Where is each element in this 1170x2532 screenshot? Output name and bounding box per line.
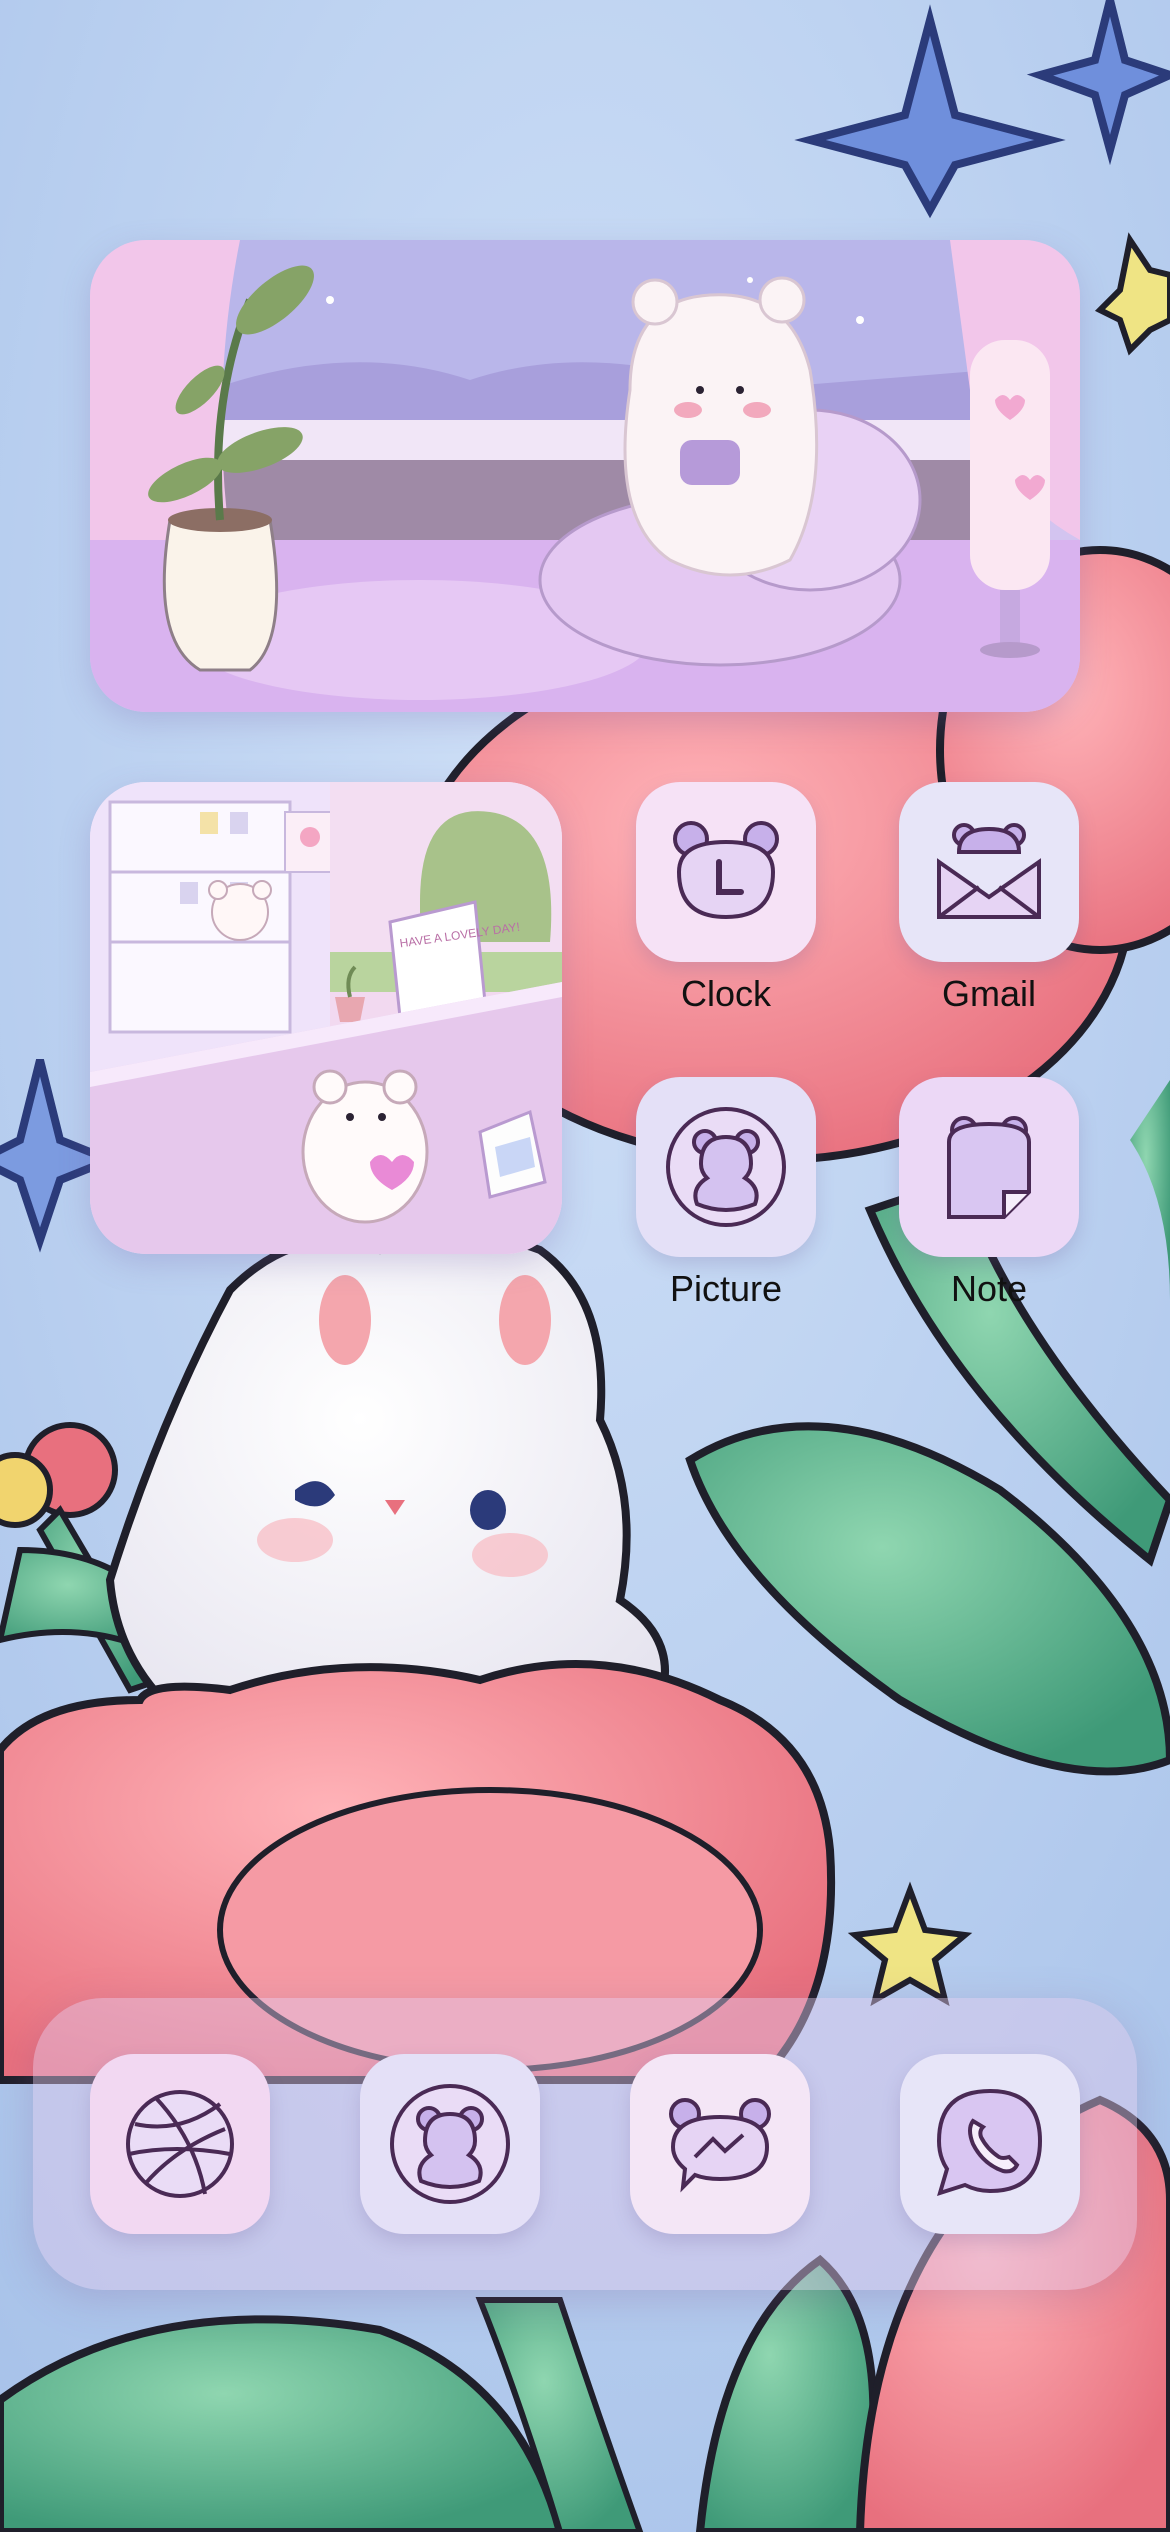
dock-app-bear[interactable] (360, 2054, 540, 2234)
bear-circle-icon[interactable] (636, 1077, 816, 1257)
whatsapp-phone-icon[interactable] (900, 2054, 1080, 2234)
dock-app-whatsapp[interactable] (900, 2054, 1080, 2234)
app-note-label: Note (950, 1268, 1028, 1309)
bear-clock-icon[interactable] (636, 782, 816, 962)
photo-widget-small[interactable]: HAVE A LOVELY DAY! (90, 782, 562, 1254)
dribbble-ball-icon[interactable] (90, 2054, 270, 2234)
app-gmail[interactable]: Gmail (899, 782, 1079, 1014)
dock (33, 1998, 1137, 2290)
bear-messenger-icon[interactable] (630, 2054, 810, 2234)
app-picture[interactable]: Picture (636, 1077, 816, 1309)
bear-circle-icon[interactable] (360, 2054, 540, 2234)
app-clock-label: Clock (680, 973, 772, 1014)
app-gmail-label: Gmail (941, 973, 1036, 1014)
bear-envelope-icon[interactable] (899, 782, 1079, 962)
bear-shop-image: HAVE A LOVELY DAY! (90, 782, 562, 1254)
app-picture-label: Picture (669, 1268, 783, 1309)
app-clock[interactable]: Clock (636, 782, 816, 1014)
dock-app-messenger[interactable] (630, 2054, 810, 2234)
photo-widget-large[interactable] (90, 240, 1080, 712)
app-note[interactable]: Note (899, 1077, 1079, 1309)
bear-note-icon[interactable] (899, 1077, 1079, 1257)
dock-app-dribbble[interactable] (90, 2054, 270, 2234)
bear-with-cup-image (90, 240, 1080, 712)
